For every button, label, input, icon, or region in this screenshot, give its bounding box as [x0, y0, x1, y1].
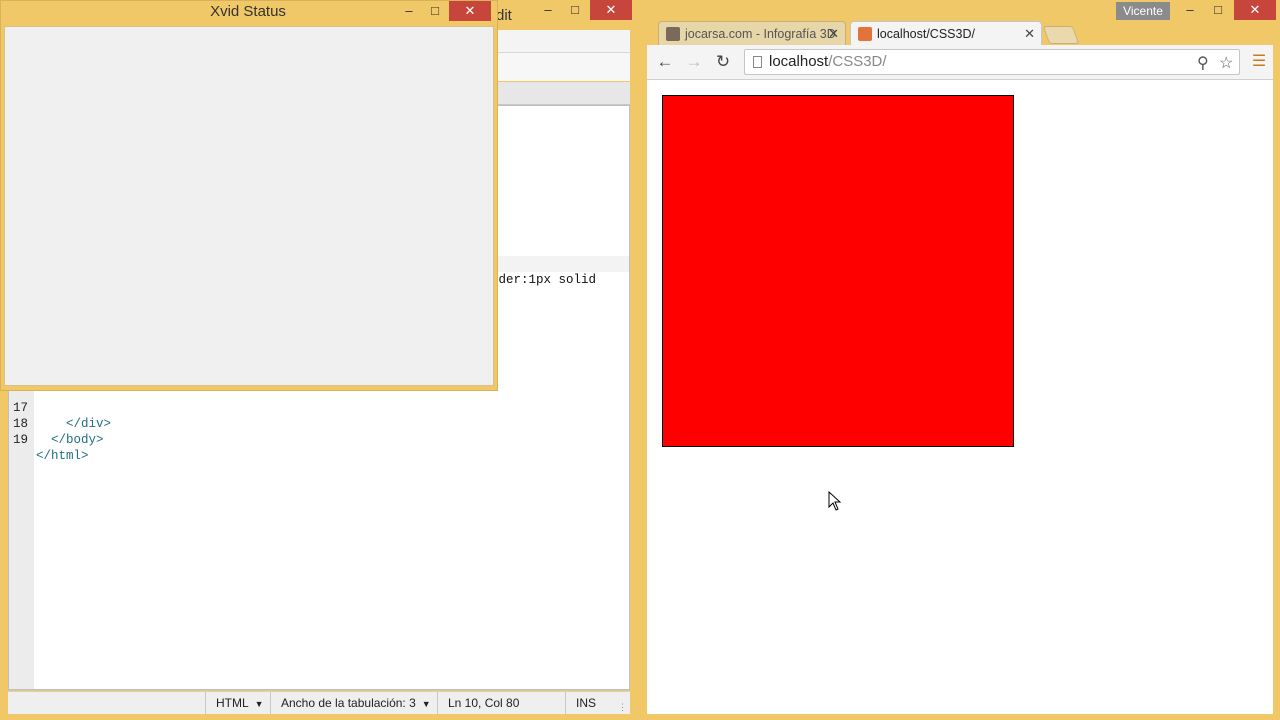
cursor-position: Ln 10, Col 80 — [437, 692, 565, 714]
star-icon[interactable]: ☆ — [1219, 53, 1233, 73]
xvid-maximize-icon[interactable]: □ — [423, 1, 447, 21]
xvid-status-window: Xvid Status – □ ✕ — [0, 0, 498, 391]
dropdown-arrow-icon: ▼ — [421, 699, 431, 709]
language-selector[interactable]: HTML ▼ — [205, 692, 269, 714]
new-tab-button[interactable] — [1042, 26, 1080, 44]
favicon-icon — [666, 27, 680, 41]
tab-close-icon[interactable]: ✕ — [1024, 22, 1035, 45]
mouse-cursor-icon — [828, 491, 842, 511]
code-text: </html> — [36, 449, 89, 463]
gedit-minimize-icon[interactable]: – — [536, 0, 560, 20]
xvid-minimize-icon[interactable]: – — [397, 1, 421, 21]
tab-close-icon[interactable]: ✕ — [828, 22, 839, 45]
url-path: /CSS3D/ — [828, 53, 887, 70]
xvid-close-icon[interactable]: ✕ — [449, 1, 491, 21]
code-line[interactable]: 19 </html> — [9, 416, 629, 463]
zoom-icon[interactable]: ⚲ — [1197, 53, 1209, 73]
page-icon — [753, 56, 762, 68]
gedit-maximize-icon[interactable]: □ — [563, 0, 587, 20]
status-bar: HTML ▼ Ancho de la tabulación: 3 ▼ Ln 10, … — [8, 691, 630, 714]
reload-icon[interactable]: ↻ — [713, 52, 733, 72]
gedit-window-title: dit — [496, 7, 512, 24]
navigation-bar: ← → ↻ localhost/CSS3D/ ⚲ ☆ ☰ — [647, 45, 1273, 80]
forward-arrow-icon[interactable]: → — [684, 52, 704, 72]
address-bar[interactable]: localhost/CSS3D/ ⚲ ☆ — [744, 49, 1240, 75]
gedit-close-icon[interactable]: ✕ — [590, 0, 632, 20]
browser-minimize-icon[interactable]: – — [1178, 0, 1202, 20]
tab-width-label: Ancho de la tabulación: 3 — [281, 696, 416, 710]
xampp-favicon-icon — [858, 27, 872, 41]
code-line[interactable]: 18 </body> — [9, 400, 629, 447]
resize-grip-icon[interactable]: ⋮ — [618, 702, 628, 712]
insert-mode-indicator: INS — [565, 692, 615, 714]
profile-badge[interactable]: Vicente — [1116, 2, 1170, 20]
red-box — [662, 95, 1014, 447]
line-number: 19 — [13, 433, 29, 447]
dropdown-arrow-icon: ▼ — [254, 699, 264, 709]
tab-localhost[interactable]: localhost/CSS3D/ ✕ — [850, 21, 1042, 45]
browser-close-icon[interactable]: ✕ — [1234, 0, 1276, 20]
url-host: localhost — [769, 53, 829, 70]
tab-jocarsa[interactable]: jocarsa.com - Infografía 3D ✕ — [658, 21, 846, 45]
xvid-content-area — [4, 26, 494, 386]
tab-title: jocarsa.com - Infografía 3D — [685, 27, 836, 41]
page-viewport[interactable] — [647, 80, 1273, 714]
browser-window: Vicente – □ ✕ jocarsa.com - Infografía 3… — [640, 0, 1280, 720]
back-arrow-icon[interactable]: ← — [655, 52, 675, 72]
language-label: HTML — [216, 696, 249, 710]
url-text: localhost/CSS3D/ — [769, 53, 887, 70]
hamburger-menu-icon[interactable]: ☰ — [1249, 52, 1269, 72]
browser-maximize-icon[interactable]: □ — [1206, 0, 1230, 20]
tab-width-selector[interactable]: Ancho de la tabulación: 3 ▼ — [270, 692, 438, 714]
code-text: rder:1px solid — [491, 273, 597, 287]
tab-title: localhost/CSS3D/ — [877, 27, 975, 41]
